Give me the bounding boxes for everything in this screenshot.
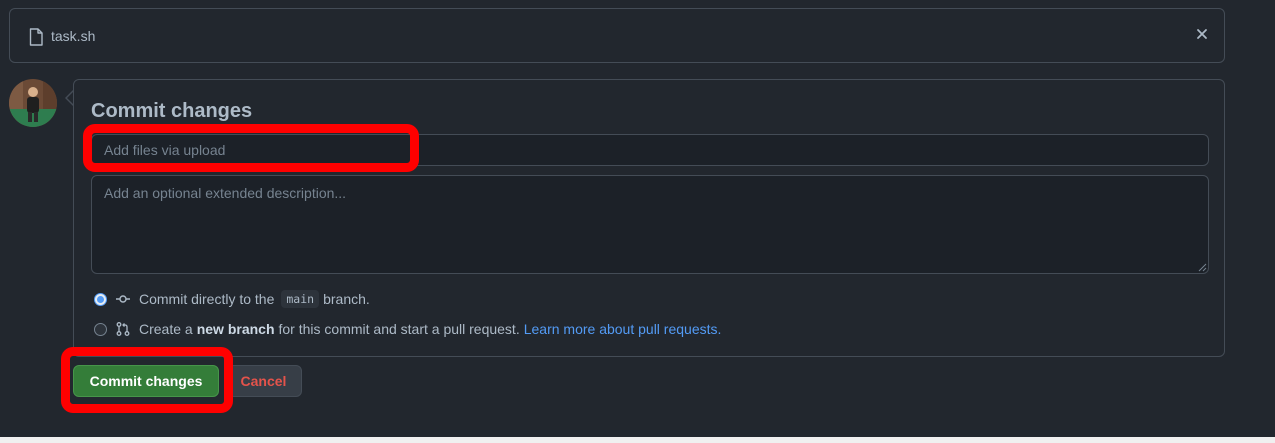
- branch-name: main: [281, 290, 320, 308]
- page-bottom-edge: [0, 437, 1275, 443]
- file-header: task.sh: [9, 8, 1225, 63]
- avatar-image: [9, 79, 57, 127]
- commit-panel: Commit changes Commit directly to the ma…: [73, 79, 1225, 357]
- user-avatar[interactable]: [9, 79, 57, 127]
- file-icon: [29, 28, 43, 46]
- resize-handle-icon[interactable]: [1198, 263, 1207, 272]
- new-branch-radio[interactable]: [94, 322, 107, 336]
- commit-panel-title: Commit changes: [91, 100, 253, 122]
- new-branch-text-after: for this commit and start a pull request…: [278, 321, 520, 337]
- commit-changes-button[interactable]: Commit changes: [73, 365, 219, 397]
- commit-direct-text-after: branch.: [323, 291, 370, 307]
- commit-summary-input[interactable]: [91, 134, 1209, 166]
- git-pull-request-icon: [116, 322, 130, 336]
- commit-description-input[interactable]: [91, 175, 1209, 274]
- new-branch-bold: new branch: [196, 321, 275, 337]
- file-name: task.sh: [51, 28, 96, 44]
- learn-more-link[interactable]: Learn more about pull requests.: [524, 321, 722, 337]
- new-branch-text-before: Create a: [139, 321, 193, 337]
- new-branch-option[interactable]: Create a new branch for this commit and …: [94, 319, 721, 339]
- cancel-button[interactable]: Cancel: [225, 365, 302, 397]
- commit-direct-option[interactable]: Commit directly to the main branch.: [94, 289, 370, 309]
- commit-dialog-page: task.sh Commit changes Add files via upl…: [0, 0, 1275, 443]
- commit-direct-radio[interactable]: [94, 292, 107, 306]
- commit-direct-text-before: Commit directly to the: [139, 291, 275, 307]
- close-icon[interactable]: [1194, 26, 1210, 42]
- git-commit-icon: [116, 295, 130, 303]
